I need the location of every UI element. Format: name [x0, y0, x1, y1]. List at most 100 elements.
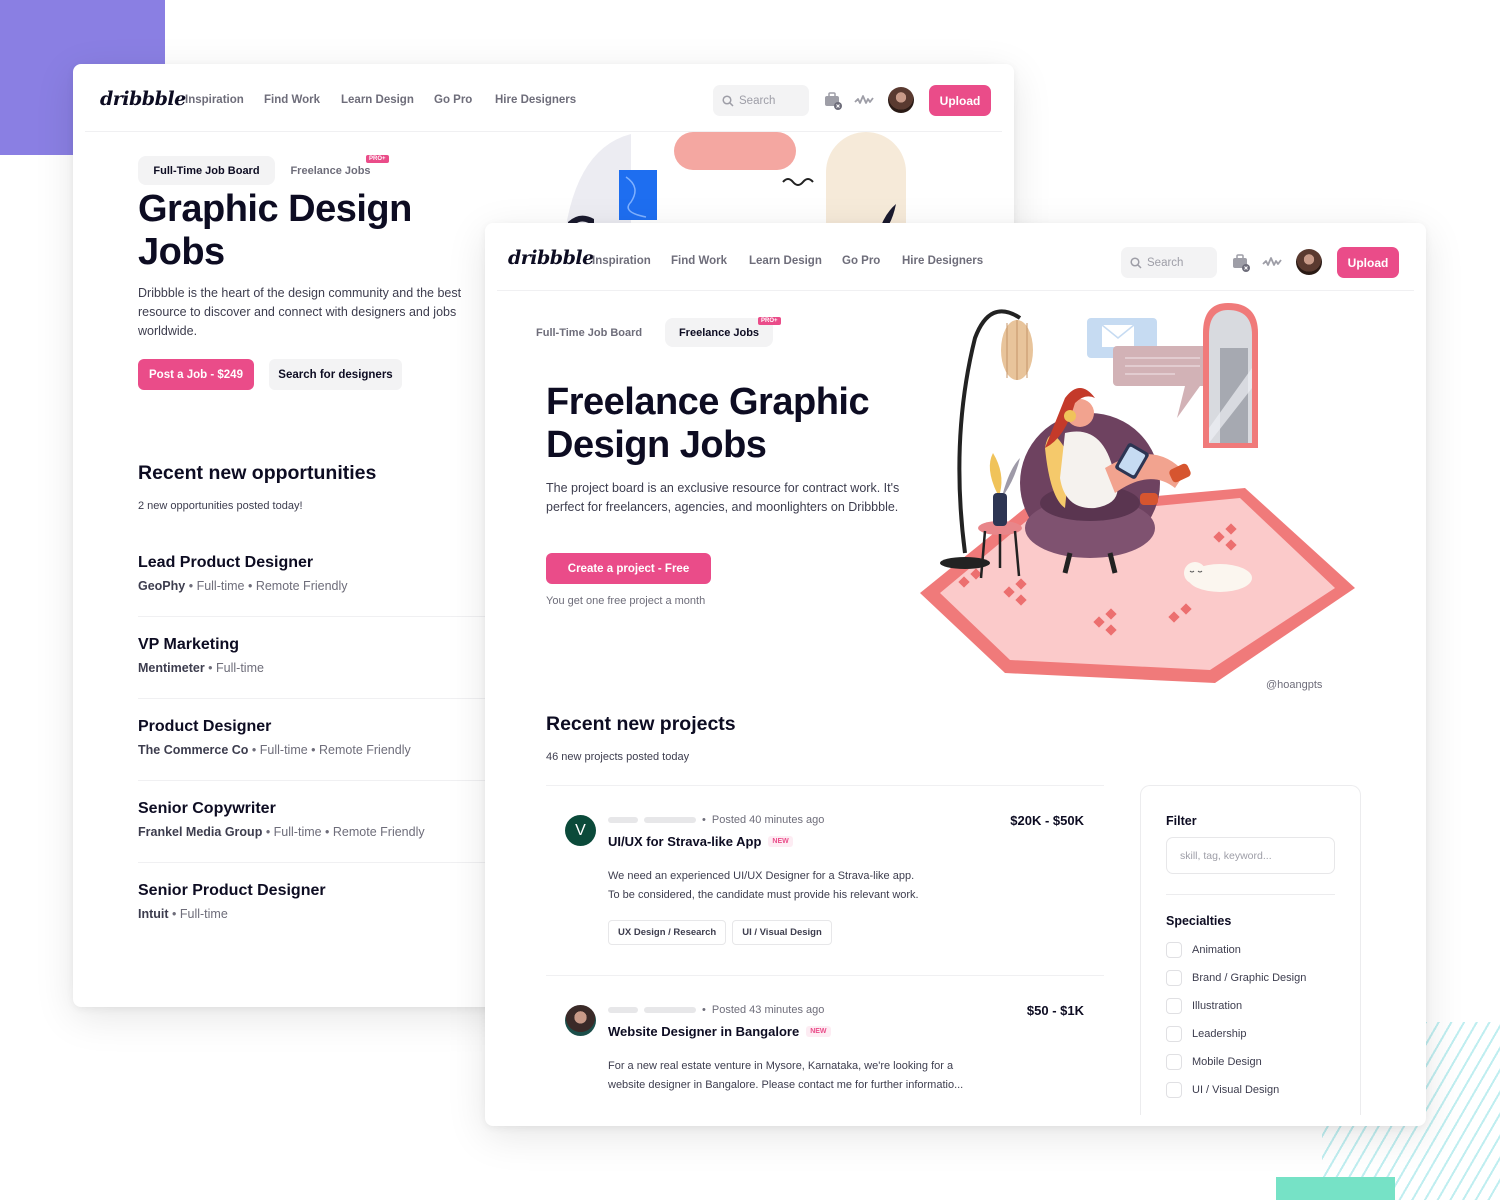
create-project-button[interactable]: Create a project - Free	[546, 553, 711, 584]
projects-count: 46 new projects posted today	[546, 751, 690, 763]
tab-freelance-jobs[interactable]: Freelance Jobs	[283, 156, 378, 185]
checkbox[interactable]	[1166, 1054, 1182, 1070]
specialty-label: UI / Visual Design	[1192, 1084, 1280, 1096]
search-input[interactable]: Search	[1121, 247, 1217, 278]
tab-full-time-job-board[interactable]: Full-Time Job Board	[138, 156, 275, 185]
description-line: For a new real estate venture in Mysore,…	[608, 1060, 954, 1072]
page-title: Graphic Design Jobs	[138, 188, 412, 274]
job-title[interactable]: Product Designer	[138, 718, 498, 736]
job-title[interactable]: Lead Product Designer	[138, 554, 498, 572]
tab-full-time-job-board[interactable]: Full-Time Job Board	[536, 318, 660, 347]
search-icon	[1130, 256, 1142, 269]
nav-link-go-pro[interactable]: Go Pro	[842, 255, 880, 267]
specialty-label: Illustration	[1192, 1000, 1243, 1012]
free-project-note: You get one free project a month	[546, 595, 706, 607]
pro-badge: PRO+	[366, 155, 389, 163]
divider	[138, 698, 498, 699]
activity-icon[interactable]	[854, 94, 874, 106]
dribbble-logo[interactable]: dribbble	[100, 88, 186, 110]
upload-button[interactable]: Upload	[1337, 247, 1399, 278]
checkbox[interactable]	[1166, 998, 1182, 1014]
specialty-mobile-design[interactable]: Mobile Design	[1166, 1048, 1306, 1076]
top-nav: dribbble Inspiration Find Work Learn Des…	[485, 223, 1426, 291]
nav-link-hire-designers[interactable]: Hire Designers	[495, 94, 576, 106]
description-line: website designer in Bangalore. Please co…	[608, 1079, 964, 1091]
job-listing[interactable]: Senior Product Designer Intuit • Full-ti…	[138, 882, 498, 921]
project-meta: • Posted 43 minutes ago	[608, 1004, 824, 1016]
user-avatar[interactable]	[888, 87, 914, 113]
job-meta: Intuit • Full-time	[138, 907, 498, 921]
placeholder-bar	[644, 817, 696, 823]
nav-link-find-work[interactable]: Find Work	[264, 94, 320, 106]
post-job-button[interactable]: Post a Job - $249	[138, 359, 254, 390]
nav-link-inspiration[interactable]: Inspiration	[592, 255, 651, 267]
placeholder-bar	[608, 817, 638, 823]
project-title[interactable]: UI/UX for Strava-like App NEW	[608, 834, 793, 849]
search-input[interactable]: Search	[713, 85, 809, 116]
specialty-leadership[interactable]: Leadership	[1166, 1020, 1306, 1048]
job-details: • Full-time	[204, 661, 264, 675]
page-title-line2: Design Jobs	[546, 424, 767, 466]
activity-icon[interactable]	[1262, 256, 1282, 268]
checkbox[interactable]	[1166, 970, 1182, 986]
description-line: To be considered, the candidate must pro…	[608, 889, 919, 901]
nav-link-hire-designers[interactable]: Hire Designers	[902, 255, 983, 267]
tag-ux-design-research[interactable]: UX Design / Research	[608, 920, 727, 945]
placeholder-bar	[608, 1007, 638, 1013]
job-title[interactable]: Senior Product Designer	[138, 882, 498, 900]
decorative-green-block	[1276, 1177, 1395, 1200]
dribbble-logo[interactable]: dribbble	[508, 247, 594, 269]
project-title[interactable]: Website Designer in Bangalore NEW	[608, 1024, 831, 1039]
project-listing[interactable]: • Posted 43 minutes ago Website Designer…	[546, 975, 1104, 1125]
tag-ui-visual-design[interactable]: UI / Visual Design	[732, 920, 832, 945]
job-meta: The Commerce Co • Full-time • Remote Fri…	[138, 743, 498, 757]
job-listing[interactable]: Product Designer The Commerce Co • Full-…	[138, 718, 498, 757]
search-placeholder: Search	[1147, 256, 1184, 269]
search-placeholder: Search	[739, 94, 776, 107]
new-badge: NEW	[768, 836, 793, 847]
nav-link-find-work[interactable]: Find Work	[671, 255, 727, 267]
job-meta: GeoPhy • Full-time • Remote Friendly	[138, 579, 498, 593]
placeholder-bar	[644, 1007, 696, 1013]
user-avatar[interactable]	[1296, 249, 1322, 275]
bullet: •	[702, 814, 706, 826]
nav-link-inspiration[interactable]: Inspiration	[185, 94, 244, 106]
project-title-text[interactable]: UI/UX for Strava-like App	[608, 834, 761, 849]
specialty-illustration[interactable]: Illustration	[1166, 992, 1306, 1020]
filter-input[interactable]	[1166, 837, 1335, 874]
job-title[interactable]: VP Marketing	[138, 636, 498, 654]
project-listing[interactable]: V • Posted 40 minutes ago UI/UX for Stra…	[546, 785, 1104, 975]
checkbox[interactable]	[1166, 942, 1182, 958]
specialty-animation[interactable]: Animation	[1166, 936, 1306, 964]
pro-badge: PRO+	[758, 317, 781, 325]
project-budget: $50 - $1K	[1026, 1003, 1084, 1018]
job-listing[interactable]: Lead Product Designer GeoPhy • Full-time…	[138, 554, 498, 593]
job-listing[interactable]: Senior Copywriter Frankel Media Group • …	[138, 800, 498, 839]
nav-link-go-pro[interactable]: Go Pro	[434, 94, 472, 106]
nav-link-learn-design[interactable]: Learn Design	[341, 94, 414, 106]
job-title[interactable]: Senior Copywriter	[138, 800, 498, 818]
nav-link-learn-design[interactable]: Learn Design	[749, 255, 822, 267]
job-company: Mentimeter	[138, 661, 205, 675]
specialty-brand-graphic-design[interactable]: Brand / Graphic Design	[1166, 964, 1306, 992]
briefcase-icon[interactable]	[824, 91, 842, 111]
job-company: The Commerce Co	[138, 743, 249, 757]
tab-freelance-jobs[interactable]: Freelance Jobs	[665, 318, 773, 347]
illustration-credit[interactable]: @hoangpts	[1266, 679, 1322, 691]
page-title-line2: Jobs	[138, 231, 225, 273]
checkbox[interactable]	[1166, 1026, 1182, 1042]
search-designers-button[interactable]: Search for designers	[269, 359, 402, 390]
divider	[138, 616, 498, 617]
specialty-ui-visual-design[interactable]: UI / Visual Design	[1166, 1076, 1306, 1104]
project-title-text[interactable]: Website Designer in Bangalore	[608, 1024, 799, 1039]
filter-panel: Filter Specialties Animation Brand / Gra…	[1140, 785, 1361, 1115]
checkbox[interactable]	[1166, 1082, 1182, 1098]
divider	[138, 862, 498, 863]
upload-button[interactable]: Upload	[929, 85, 991, 116]
job-listing[interactable]: VP Marketing Mentimeter • Full-time	[138, 636, 498, 675]
page-title: Freelance Graphic Design Jobs	[546, 381, 870, 467]
briefcase-icon[interactable]	[1232, 253, 1250, 273]
project-meta: • Posted 40 minutes ago	[608, 814, 824, 826]
specialty-label: Animation	[1192, 944, 1241, 956]
posted-time: Posted 43 minutes ago	[711, 1004, 825, 1016]
